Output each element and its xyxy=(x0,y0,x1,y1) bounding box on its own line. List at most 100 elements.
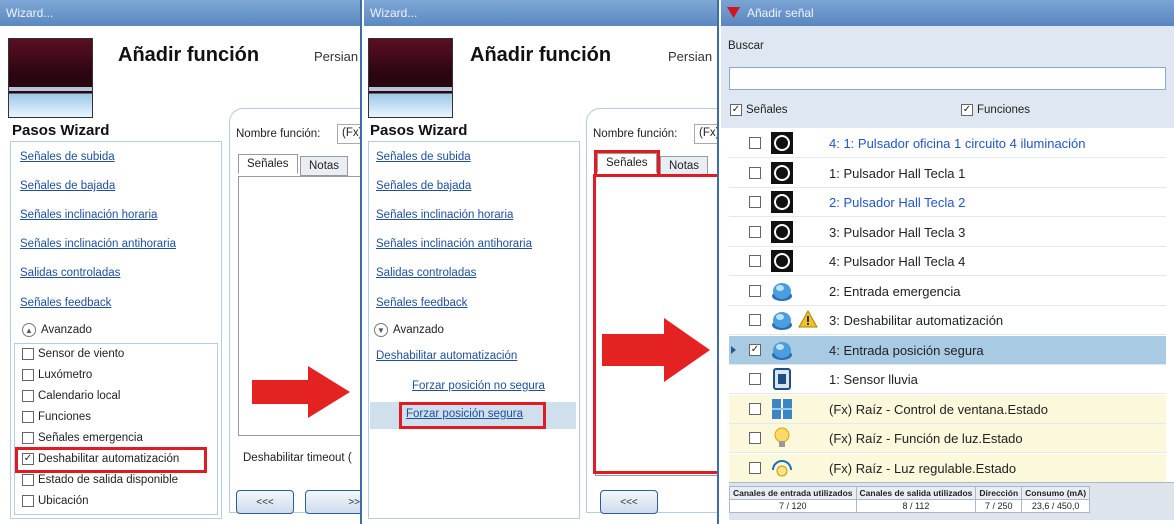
checkbox[interactable] xyxy=(749,225,761,238)
filter-label: Funciones xyxy=(977,104,1031,116)
checkbox[interactable] xyxy=(22,390,34,402)
window-title: Añadir señal xyxy=(747,6,814,20)
filter-label: Señales xyxy=(746,104,788,116)
option-label: Funciones xyxy=(38,411,92,423)
function-name-field[interactable]: (Fx) xyxy=(694,124,717,144)
signal-row[interactable]: (Fx) Raíz - Control de ventana.Estado xyxy=(729,394,1166,424)
checkbox[interactable] xyxy=(749,196,761,208)
highlight-box xyxy=(15,447,207,473)
chevron-down-icon: ▼ xyxy=(374,323,388,337)
step-link[interactable]: Señales inclinación antihoraria xyxy=(376,238,532,250)
signal-label: 2: Pulsador Hall Tecla 2 xyxy=(829,195,966,210)
signal-row[interactable]: 1: Pulsador Hall Tecla 1 xyxy=(729,159,1166,188)
signal-row[interactable]: 2: Entrada emergencia xyxy=(729,277,1166,306)
signal-label: 1: Pulsador Hall Tecla 1 xyxy=(829,165,966,181)
tab-notes[interactable]: Notas xyxy=(300,156,349,176)
step-link[interactable]: Señales de bajada xyxy=(376,180,471,192)
usage-header: Dirección xyxy=(975,486,1023,500)
signal-row[interactable]: ✓ 4: Entrada posición segura xyxy=(729,335,1166,365)
usage-value: 7 / 120 xyxy=(729,499,857,513)
checkbox[interactable] xyxy=(749,461,761,474)
option-checkbox[interactable]: Funciones xyxy=(22,411,91,423)
option-checkbox[interactable]: Calendario local xyxy=(22,390,120,402)
force-unsafe-position-link[interactable]: Forzar posición no segura xyxy=(412,380,545,392)
signal-row[interactable]: 3: Pulsador Hall Tecla 3 xyxy=(729,218,1166,247)
step-link[interactable]: Señales inclinación antihoraria xyxy=(20,238,176,250)
usage-header: Consumo (mA) xyxy=(1021,486,1091,500)
function-name-field[interactable]: (Fx) xyxy=(337,124,360,144)
search-input[interactable] xyxy=(729,67,1166,90)
page-subtitle: Persian xyxy=(314,49,359,64)
checkbox[interactable] xyxy=(749,255,761,267)
rain-sensor-icon xyxy=(769,367,795,391)
signal-row[interactable]: (Fx) Raíz - Luz regulable.Estado xyxy=(729,453,1166,483)
checkbox-checked[interactable]: ✓ xyxy=(730,104,742,116)
option-checkbox[interactable]: Estado de salida disponible xyxy=(22,474,178,486)
checkbox-checked[interactable]: ✓ xyxy=(749,343,761,356)
advanced-toggle[interactable]: ▼ Avanzado xyxy=(374,323,444,337)
checkbox[interactable] xyxy=(22,474,34,486)
highlight-box xyxy=(399,402,546,429)
disable-automation-link[interactable]: Deshabilitar automatización xyxy=(376,350,517,362)
step-link[interactable]: Señales de bajada xyxy=(20,180,115,192)
filter-functions-checkbox[interactable]: ✓ Funciones xyxy=(961,104,1030,116)
checkbox[interactable] xyxy=(749,402,761,415)
checkbox[interactable] xyxy=(749,166,761,179)
usage-table: Canales de entrada utilizados Canales de… xyxy=(729,486,1091,513)
signal-row[interactable]: 2: Pulsador Hall Tecla 2 xyxy=(729,188,1166,217)
step-link[interactable]: Señales feedback xyxy=(20,297,111,309)
step-link[interactable]: Señales de subida xyxy=(376,151,471,163)
option-checkbox[interactable]: Ubicación xyxy=(22,495,89,507)
advanced-toggle[interactable]: ▲ Avanzado xyxy=(22,323,92,337)
step-link[interactable]: Señales de subida xyxy=(20,151,115,163)
option-label: Estado de salida disponible xyxy=(38,474,179,486)
advanced-label: Avanzado xyxy=(393,324,444,336)
option-checkbox[interactable]: Señales emergencia xyxy=(22,432,143,444)
usage-value: 23,6 / 450,0 xyxy=(1021,499,1091,513)
checkbox[interactable] xyxy=(749,373,761,385)
tab-signals[interactable]: Señales xyxy=(238,154,298,174)
signal-label: (Fx) Raíz - Función de luz.Estado xyxy=(829,431,1023,446)
input-button-icon xyxy=(769,308,795,332)
step-link[interactable]: Señales feedback xyxy=(376,297,467,309)
signal-row[interactable]: 1: Sensor lluvia xyxy=(729,365,1166,394)
signal-row[interactable]: 4: Pulsador Hall Tecla 4 xyxy=(729,247,1166,276)
filter-signals-checkbox[interactable]: ✓ Señales xyxy=(730,104,788,116)
window-icon xyxy=(769,397,795,421)
red-arrow-icon xyxy=(252,366,350,418)
tab-notes[interactable]: Notas xyxy=(660,156,709,176)
step-link[interactable]: Señales inclinación horaria xyxy=(376,209,513,221)
function-name-label: Nombre función: xyxy=(236,128,321,140)
checkbox[interactable] xyxy=(22,369,34,381)
pushbutton-icon xyxy=(769,161,795,185)
filter-icon xyxy=(727,7,740,18)
back-button[interactable]: <<< xyxy=(236,490,294,514)
option-label: Sensor de viento xyxy=(38,348,125,360)
checkbox[interactable] xyxy=(22,348,34,360)
signal-row[interactable]: (Fx) Raíz - Función de luz.Estado xyxy=(729,424,1166,453)
signal-label: 3: Pulsador Hall Tecla 3 xyxy=(829,224,966,240)
next-button[interactable]: >> xyxy=(305,490,360,514)
signal-label: 4: 1: Pulsador oficina 1 circuito 4 ilum… xyxy=(829,136,1086,151)
steps-title: Pasos Wizard xyxy=(370,122,468,139)
back-button[interactable]: <<< xyxy=(600,490,658,514)
checkbox[interactable] xyxy=(22,432,34,444)
step-link[interactable]: Salidas controladas xyxy=(20,267,120,279)
step-link[interactable]: Salidas controladas xyxy=(376,267,476,279)
option-checkbox[interactable]: Sensor de viento xyxy=(22,348,124,360)
checkbox[interactable] xyxy=(749,314,761,326)
wizard-window-1: Wizard... Añadir función Persian Pasos W… xyxy=(0,0,362,524)
step-link[interactable]: Señales inclinación horaria xyxy=(20,209,157,221)
checkbox[interactable] xyxy=(749,137,761,149)
page-subtitle: Persian xyxy=(668,49,713,64)
checkbox[interactable] xyxy=(749,284,761,297)
checkbox[interactable] xyxy=(22,411,34,423)
signal-row[interactable]: 4: 1: Pulsador oficina 1 circuito 4 ilum… xyxy=(729,129,1166,158)
page-title: Añadir función xyxy=(118,44,260,66)
option-checkbox[interactable]: Luxómetro xyxy=(22,369,92,381)
signal-row[interactable]: 3: Deshabilitar automatización xyxy=(729,306,1166,335)
window-title: Wizard... xyxy=(0,0,360,26)
checkbox[interactable] xyxy=(749,432,761,444)
checkbox-checked[interactable]: ✓ xyxy=(961,104,973,116)
checkbox[interactable] xyxy=(22,495,34,507)
